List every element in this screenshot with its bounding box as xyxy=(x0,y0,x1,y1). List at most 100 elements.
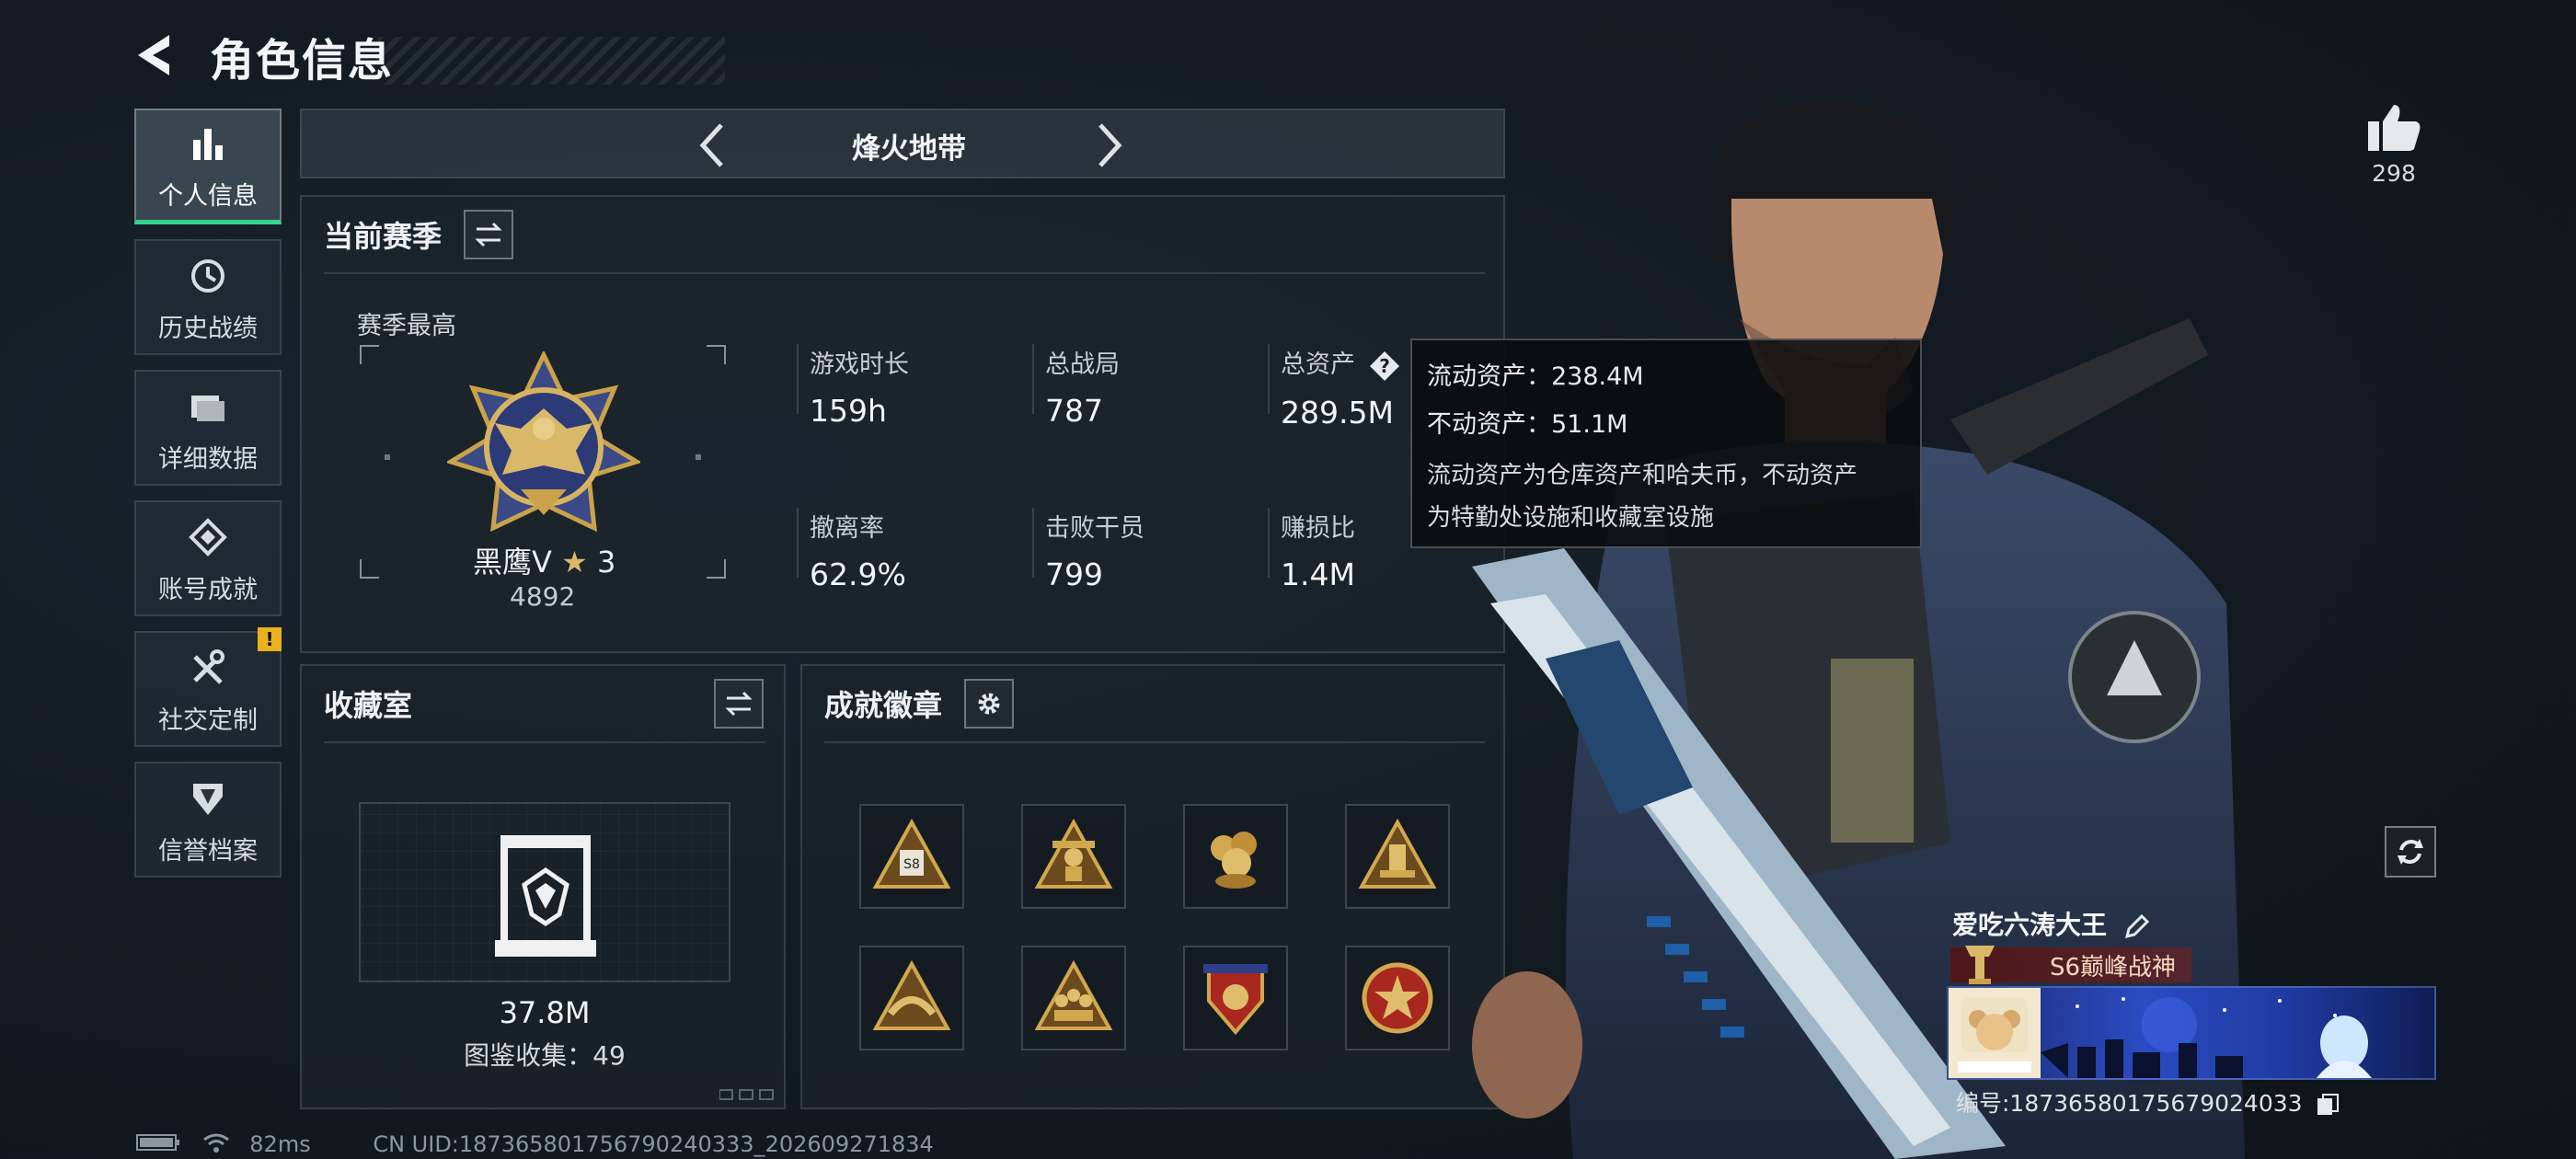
badge-slot[interactable] xyxy=(1021,804,1126,909)
title-decoration xyxy=(377,37,725,85)
tower-triangle-badge-icon xyxy=(1358,818,1437,889)
mode-title: 烽火地带 xyxy=(852,132,966,166)
badge-slot[interactable]: S8 xyxy=(859,804,964,909)
sidebar-item-detail-data[interactable]: 详细数据 xyxy=(134,370,282,486)
chevron-left-icon xyxy=(699,123,723,167)
sidebar-item-history[interactable]: 历史战绩 xyxy=(134,239,282,355)
stat-label: 撤离率 xyxy=(810,514,884,543)
divider xyxy=(324,272,1485,274)
season-switch-button[interactable] xyxy=(464,210,513,259)
back-button[interactable] xyxy=(129,29,184,81)
season-best-label: 赛季最高 xyxy=(357,312,456,340)
divider xyxy=(1268,508,1270,578)
bar-chart-icon xyxy=(183,119,233,168)
thumbs-up-icon xyxy=(2368,105,2421,151)
badge-slot[interactable] xyxy=(1021,946,1126,1050)
season-title: 当前赛季 xyxy=(324,219,443,254)
rank-medal-icon xyxy=(1961,942,1998,986)
catalog-count: 图鉴收集：49 xyxy=(464,1040,626,1071)
tooltip-fixed-assets: 不动资产：51.1M xyxy=(1427,410,1628,439)
player-banner[interactable] xyxy=(1947,986,2436,1080)
stat-value: 787 xyxy=(1045,393,1103,429)
squad-triangle-badge-icon xyxy=(1034,959,1113,1030)
stat-total-matches: 总战局 787 xyxy=(1045,344,1120,429)
stat-label-text: 总资产 xyxy=(1281,350,1355,379)
stat-value: 289.5M xyxy=(1281,394,1394,430)
stat-label: 总资产 ? xyxy=(1281,344,1400,382)
red-star-badge-icon xyxy=(1362,962,1433,1034)
sidebar-item-label: 社交定制 xyxy=(158,706,258,735)
uid-text: CN UID:187365801756790240333_20260927183… xyxy=(373,1131,934,1157)
refresh-icon xyxy=(2398,839,2423,865)
battery-icon xyxy=(136,1132,180,1158)
divider xyxy=(1032,344,1034,414)
collection-switch-button[interactable] xyxy=(714,679,764,729)
copy-icon[interactable] xyxy=(2316,1093,2340,1117)
badge-slot[interactable] xyxy=(859,946,964,1050)
sidebar-item-achievements[interactable]: 账号成就 xyxy=(134,500,282,616)
page-header: 角色信息 xyxy=(129,18,725,92)
badge-slot[interactable] xyxy=(1183,804,1288,909)
collection-panel[interactable]: 收藏室 37.8M 图鉴收集：49 xyxy=(300,664,786,1109)
chevron-right-icon xyxy=(1098,123,1122,167)
badge-settings-button[interactable] xyxy=(964,679,1014,729)
stat-label: 赚损比 xyxy=(1281,514,1355,543)
help-icon[interactable]: ? xyxy=(1369,350,1400,382)
stat-value: 159h xyxy=(810,393,887,429)
s8-triangle-badge-icon: S8 xyxy=(872,818,951,889)
swap-icon xyxy=(725,691,753,717)
player-id-row: 编号:18736580175679024033 xyxy=(1956,1085,2340,1119)
mode-prev-button[interactable] xyxy=(686,118,742,173)
tooltip-liquid-assets: 流动资产：238.4M xyxy=(1427,362,1644,391)
history-icon xyxy=(183,251,233,301)
alert-badge: ! xyxy=(258,627,282,651)
collection-value: 37.8M xyxy=(499,995,591,1030)
like-count: 298 xyxy=(2372,160,2416,187)
sidebar-item-label: 信誉档案 xyxy=(158,836,258,866)
hands-triangle-badge-icon xyxy=(872,959,951,1030)
rank-name: 黑鹰V ★ 3 xyxy=(473,539,615,581)
player-name-text: 爱吃六涛大王 xyxy=(1952,910,2108,940)
season-panel: 当前赛季 赛季最高 黑鹰V ★ 3 4892 游戏时长 159h 总战局 787… xyxy=(300,195,1505,653)
avatar xyxy=(1949,988,2041,1078)
star-icon: ★ xyxy=(561,545,588,580)
sidebar-item-label: 账号成就 xyxy=(158,575,258,604)
edit-name-icon[interactable] xyxy=(2123,912,2151,940)
sidebar-item-reputation[interactable]: 信誉档案 xyxy=(134,762,282,878)
corner-decoration xyxy=(719,1087,775,1100)
bear-avatar-icon xyxy=(1958,997,2031,1073)
stat-label: 游戏时长 xyxy=(810,350,909,379)
rank-name-text: 黑鹰V xyxy=(473,545,552,580)
badge-slot[interactable] xyxy=(1345,946,1450,1050)
like-widget[interactable]: 298 xyxy=(2348,101,2440,187)
divider xyxy=(1268,344,1270,414)
stat-label: 总战局 xyxy=(1045,350,1120,379)
divider xyxy=(324,741,765,743)
sidebar-item-social[interactable]: 社交定制 ! xyxy=(134,627,282,747)
rank-title: S6巅峰战神 xyxy=(2050,954,2177,981)
badge-slot[interactable] xyxy=(1345,804,1450,909)
assets-tooltip: 流动资产：238.4M 不动资产：51.1M 流动资产为仓库资产和哈夫币，不动资… xyxy=(1410,339,1922,548)
refresh-button[interactable] xyxy=(2385,826,2436,878)
black-hawk-rank-emblem-icon xyxy=(444,350,643,541)
divider xyxy=(824,741,1485,743)
stat-play-time: 游戏时长 159h xyxy=(810,344,909,429)
rank-stars: 3 xyxy=(596,545,616,580)
wifi-icon xyxy=(202,1132,230,1158)
achievement-badge-panel: 成就徽章 S8 xyxy=(800,664,1505,1109)
sidebar-item-personal-info[interactable]: 个人信息 xyxy=(134,109,282,224)
achievement-icon xyxy=(183,512,233,562)
tooltip-description-line-2: 为特勤处设施和收藏室设施 xyxy=(1427,504,1715,532)
player-name: 爱吃六涛大王 xyxy=(1952,905,2151,942)
svg-text:?: ? xyxy=(1379,355,1390,377)
swap-icon xyxy=(475,222,502,247)
stat-profit-loss: 赚损比 1.4M xyxy=(1281,508,1355,592)
divider xyxy=(1032,508,1034,578)
player-id: 编号:18736580175679024033 xyxy=(1956,1090,2303,1117)
badge-slot[interactable] xyxy=(1183,946,1288,1050)
mode-next-button[interactable] xyxy=(1080,118,1135,173)
stat-value: 799 xyxy=(1045,557,1103,592)
divider xyxy=(797,508,799,578)
stat-operators-defeated: 击败干员 799 xyxy=(1045,508,1144,592)
badge-text: S8 xyxy=(903,857,920,872)
